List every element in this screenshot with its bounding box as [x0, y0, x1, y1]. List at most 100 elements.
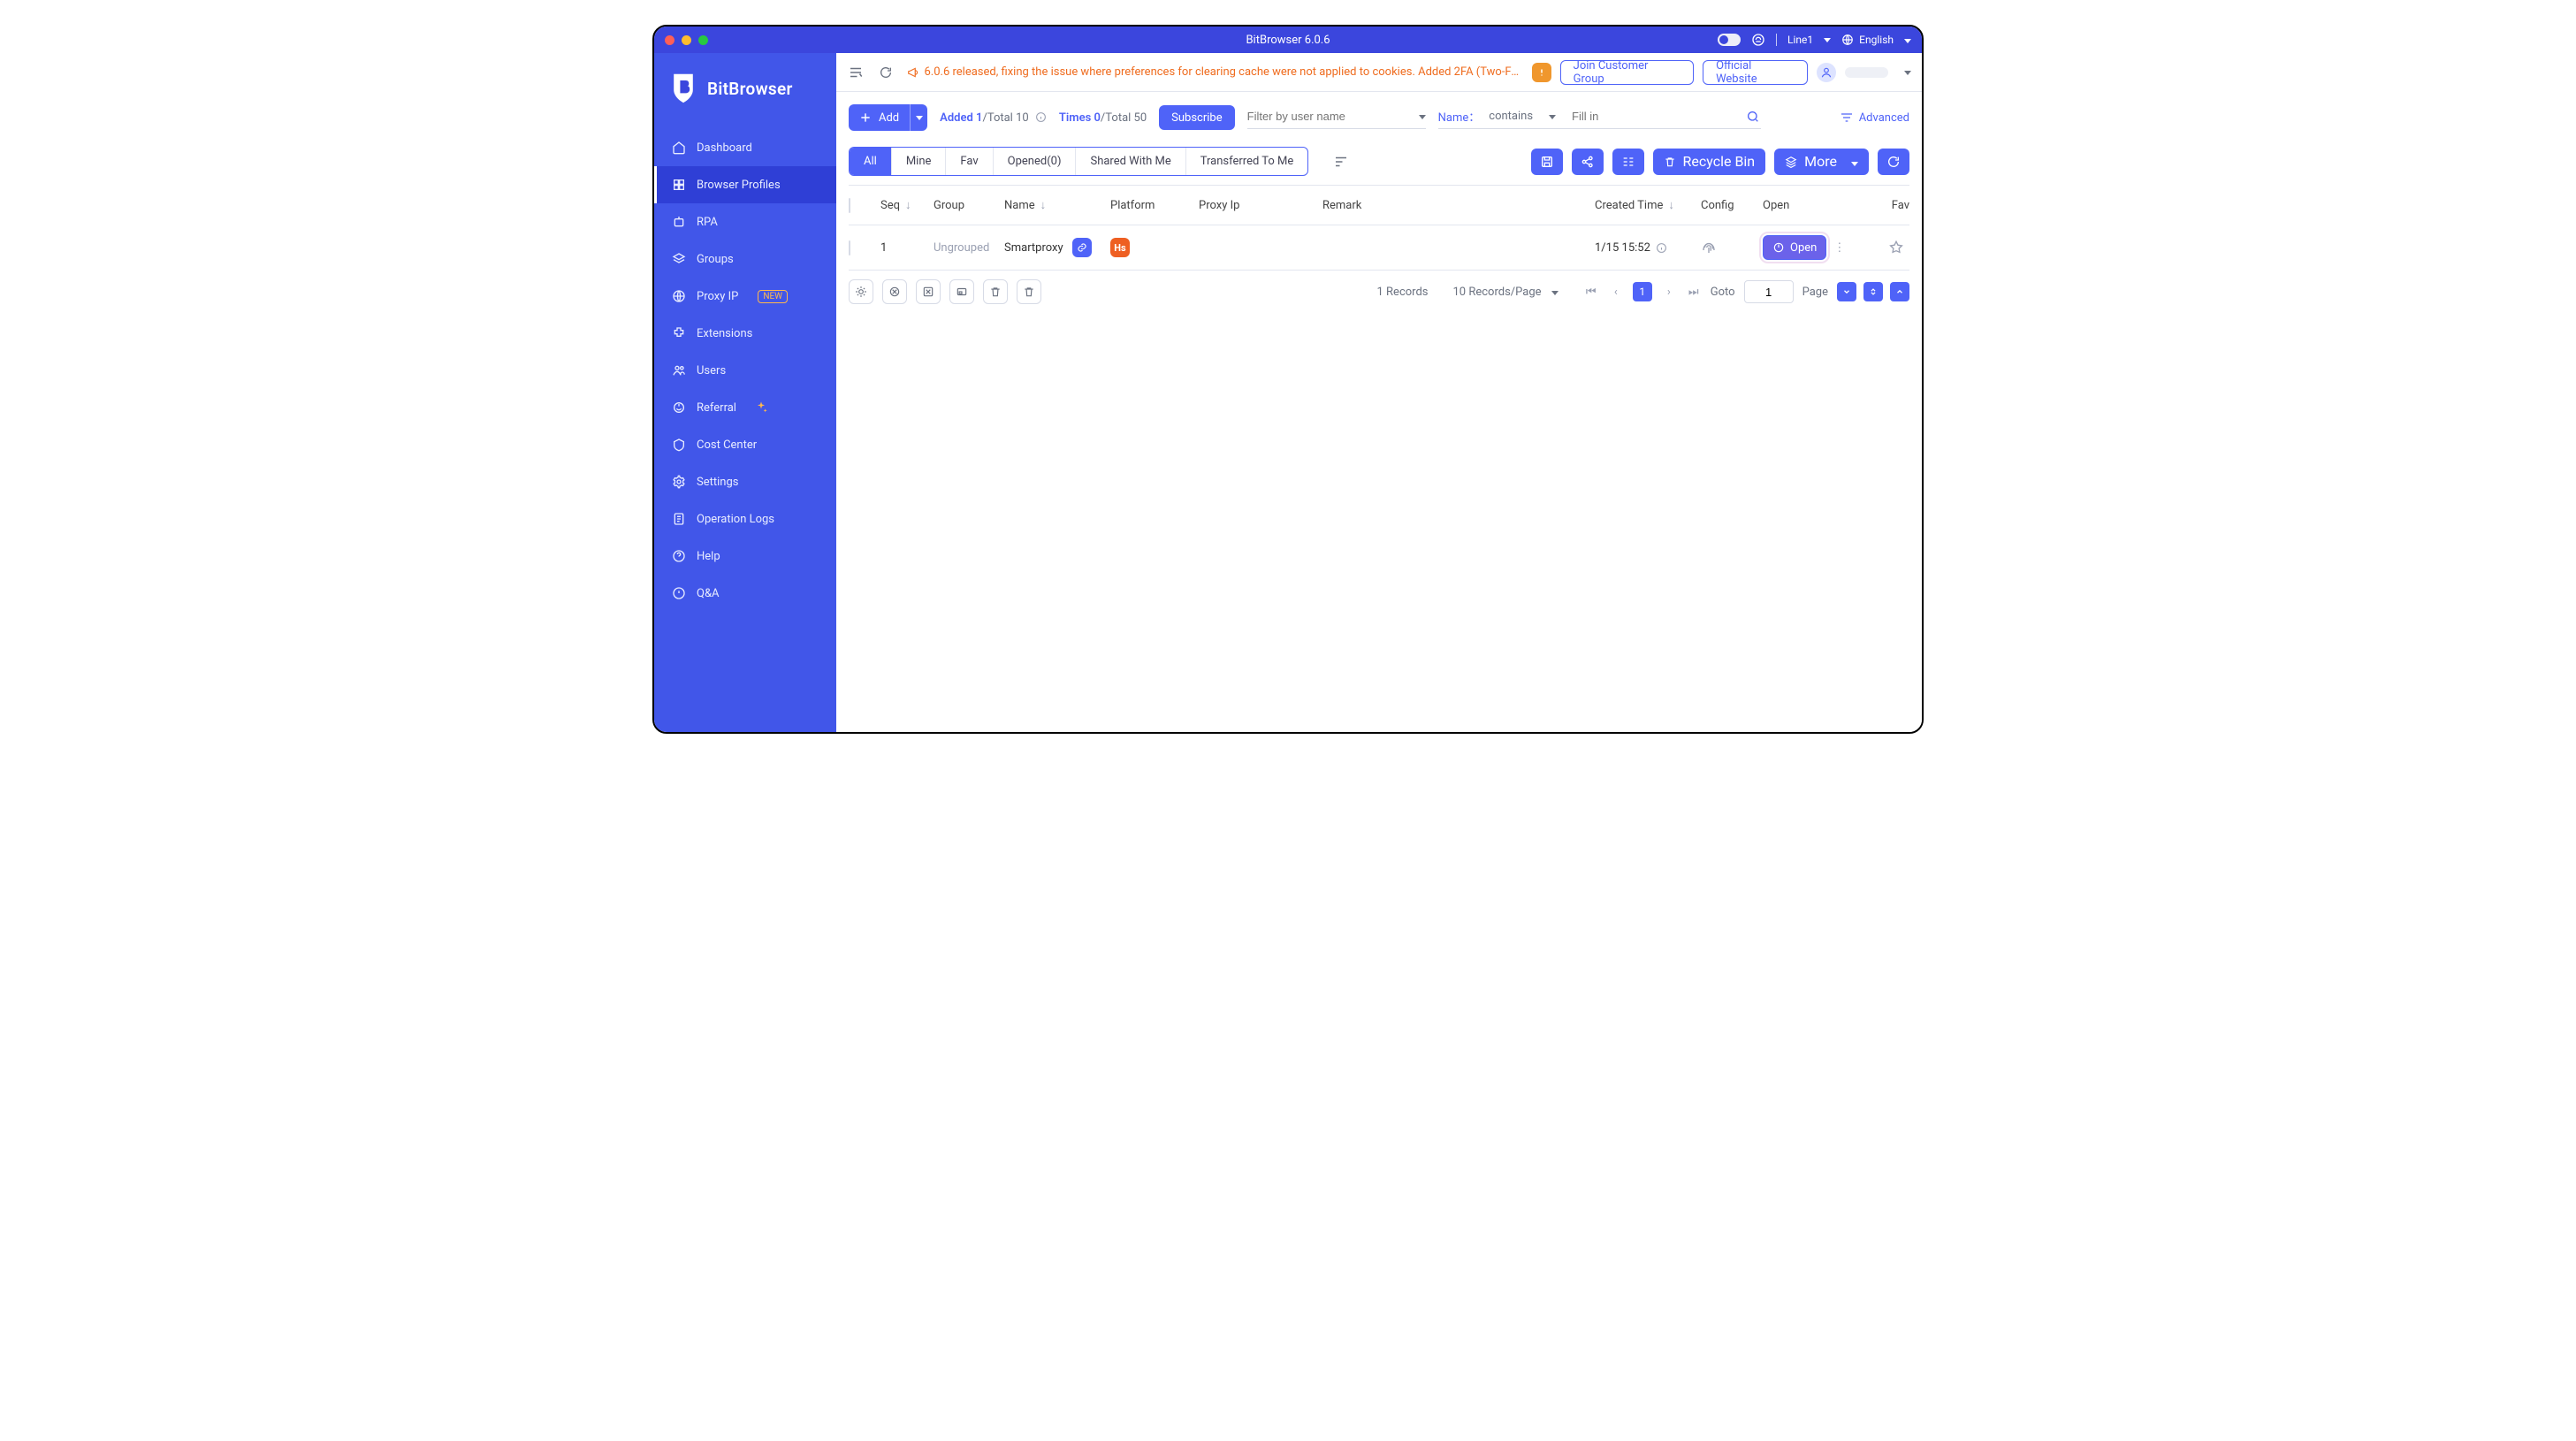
collapse-sidebar-icon[interactable] [847, 64, 865, 81]
tab-opened-0-[interactable]: Opened(0) [994, 148, 1077, 175]
sort-icon[interactable] [1333, 154, 1349, 170]
sort-arrow-icon[interactable]: ↓ [1668, 198, 1674, 212]
tab-shared-with-me[interactable]: Shared With Me [1076, 148, 1185, 175]
add-split-button: Add [849, 104, 927, 131]
line-selector[interactable]: Line1 [1787, 34, 1831, 46]
open-button[interactable]: Open [1763, 235, 1826, 260]
sidebar-item-qa[interactable]: Q&A [654, 575, 836, 612]
notification-badge[interactable] [1532, 63, 1551, 82]
sidebar-item-groups[interactable]: Groups [654, 240, 836, 278]
name-value-input[interactable] [1572, 106, 1727, 126]
tool-icon-5[interactable] [983, 279, 1008, 304]
join-group-button[interactable]: Join Customer Group [1560, 60, 1694, 85]
support-icon[interactable] [1751, 33, 1765, 47]
pager-prev[interactable]: ‹ [1608, 286, 1624, 299]
recycle-bin-button[interactable]: Recycle Bin [1653, 149, 1766, 175]
pager-page-label: Page [1802, 286, 1828, 299]
sidebar-item-referral[interactable]: Referral [654, 389, 836, 426]
fingerprint-icon[interactable] [1701, 240, 1763, 255]
link-icon[interactable] [1072, 238, 1092, 257]
th-remark[interactable]: Remark [1322, 199, 1361, 212]
th-proxy[interactable]: Proxy Ip [1199, 199, 1239, 212]
tool-icon-3[interactable] [916, 279, 941, 304]
sidebar-item-cost-center[interactable]: Cost Center [654, 426, 836, 463]
sidebar-item-help[interactable]: Help [654, 538, 836, 575]
sidebar-item-operation-logs[interactable]: Operation Logs [654, 500, 836, 538]
tool-icon-4[interactable] [949, 279, 974, 304]
add-dropdown[interactable] [910, 104, 927, 131]
save-view-button[interactable] [1531, 149, 1563, 175]
reload-button[interactable] [1878, 149, 1909, 175]
pager-last[interactable]: ⏭ [1686, 286, 1702, 299]
info-icon[interactable] [1035, 111, 1047, 123]
share-button[interactable] [1572, 149, 1604, 175]
theme-toggle[interactable] [1718, 34, 1741, 46]
refresh-icon[interactable] [877, 64, 895, 81]
th-created[interactable]: Created Time [1595, 199, 1663, 212]
search-icon[interactable] [1745, 109, 1761, 125]
sidebar-item-proxy-ip[interactable]: Proxy IPNEW [654, 278, 836, 315]
tool-icon-1[interactable] [849, 279, 873, 304]
operation-logs-icon [672, 512, 686, 526]
th-seq[interactable]: Seq [880, 199, 900, 212]
add-button[interactable]: Add [849, 104, 910, 131]
row-more-icon[interactable]: ⋮ [1833, 241, 1845, 255]
col-toggle-collapse[interactable] [1863, 282, 1883, 301]
minimize-icon[interactable] [682, 35, 691, 45]
th-open[interactable]: Open [1763, 199, 1789, 212]
th-config[interactable]: Config [1701, 199, 1734, 212]
sidebar-item-extensions[interactable]: Extensions [654, 315, 836, 352]
tab-mine[interactable]: Mine [892, 148, 947, 175]
tab-fav[interactable]: Fav [946, 148, 993, 175]
advanced-link[interactable]: Advanced [1840, 111, 1909, 125]
sidebar-item-browser-profiles[interactable]: Browser Profiles [654, 166, 836, 203]
pager-goto-input[interactable] [1744, 280, 1794, 303]
sidebar-item-settings[interactable]: Settings [654, 463, 836, 500]
announcement[interactable]: 6.0.6 released, fixing the issue where p… [907, 65, 1520, 79]
maximize-icon[interactable] [698, 35, 708, 45]
close-icon[interactable] [665, 35, 674, 45]
select-all-checkbox[interactable] [849, 198, 850, 213]
th-group[interactable]: Group [934, 199, 964, 212]
chevron-down-icon[interactable] [1412, 110, 1426, 123]
tool-icon-2[interactable] [882, 279, 907, 304]
referral-icon [672, 400, 686, 415]
user-menu-caret[interactable] [1897, 65, 1911, 79]
titlebar-right: Line1 English [1718, 33, 1911, 47]
sidebar-item-users[interactable]: Users [654, 352, 836, 389]
th-platform[interactable]: Platform [1110, 199, 1155, 212]
th-name[interactable]: Name [1004, 199, 1035, 212]
col-toggle-up[interactable] [1890, 282, 1909, 301]
condition-value[interactable]: contains [1489, 110, 1533, 123]
columns-button[interactable] [1612, 149, 1644, 175]
tab-transferred-to-me[interactable]: Transferred To Me [1186, 148, 1308, 175]
sort-arrow-icon[interactable]: ↓ [1040, 198, 1047, 212]
per-page-selector[interactable]: 10 Records/Page [1453, 286, 1559, 299]
user-filter-input[interactable] [1247, 106, 1403, 126]
language-selector[interactable]: English [1841, 34, 1911, 46]
user-avatar[interactable] [1817, 63, 1836, 82]
sidebar-item-dashboard[interactable]: Dashboard [654, 129, 836, 166]
sidebar-item-label: Help [697, 550, 720, 563]
pager-current[interactable]: 1 [1633, 282, 1652, 301]
official-website-button[interactable]: Official Website [1703, 60, 1808, 85]
subscribe-button[interactable]: Subscribe [1159, 105, 1234, 130]
tab-all[interactable]: All [850, 148, 892, 175]
th-fav[interactable]: Fav [1892, 199, 1909, 212]
row-checkbox[interactable] [849, 240, 850, 255]
sidebar-item-rpa[interactable]: RPA [654, 203, 836, 240]
qa-icon [672, 586, 686, 600]
brand-name: BitBrowser [707, 79, 793, 99]
name-filter-field[interactable]: Name： contains [1438, 106, 1761, 129]
favorite-star-icon[interactable] [1888, 240, 1904, 255]
info-icon[interactable] [1656, 242, 1667, 254]
more-button[interactable]: More [1774, 149, 1869, 175]
user-filter-field[interactable] [1247, 106, 1426, 129]
pager-next[interactable]: › [1661, 286, 1677, 299]
sidebar-item-label: Proxy IP [697, 290, 738, 303]
sort-arrow-icon[interactable]: ↓ [905, 198, 911, 212]
col-toggle-down[interactable] [1837, 282, 1856, 301]
pager-first[interactable]: ⏮ [1583, 286, 1599, 299]
chevron-down-icon[interactable] [1542, 110, 1556, 123]
tool-icon-6[interactable] [1017, 279, 1041, 304]
